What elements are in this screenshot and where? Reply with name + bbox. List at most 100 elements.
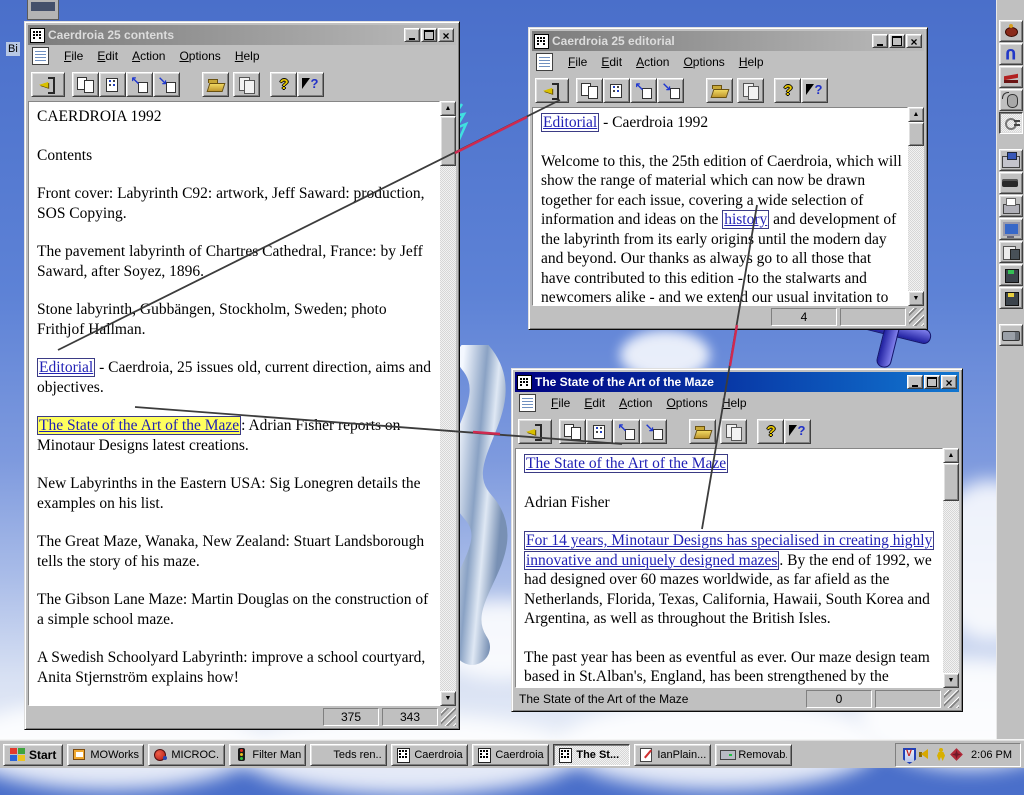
resize-grip[interactable] [441,708,456,726]
magnet-tool-button[interactable] [998,43,1023,65]
person-tray-icon[interactable] [934,748,947,761]
link-out-button[interactable] [657,77,684,103]
help-button[interactable] [774,77,801,103]
desktop-icon-label[interactable]: Bi [6,42,20,56]
scroll-up-button[interactable] [943,448,959,463]
paste-button[interactable] [586,418,613,444]
menu-edit[interactable]: Edit [594,54,629,70]
context-help-button[interactable] [801,77,828,103]
scrollbar-thumb[interactable] [943,463,959,501]
fetch-button[interactable] [576,77,603,103]
scroll-up-button[interactable] [440,101,456,116]
task-button-the-st[interactable]: The St... [553,743,631,766]
menu-options[interactable]: Options [172,48,227,64]
disk-box-tool-button[interactable] [998,241,1023,263]
start-button[interactable]: Start [3,743,64,766]
scrollbar-track[interactable] [908,146,924,291]
pda-tool-button[interactable] [998,324,1023,346]
vertical-scrollbar[interactable] [908,107,924,306]
menu-edit[interactable]: Edit [577,395,612,411]
desktop-icon-fragment[interactable] [27,0,59,20]
document-menu-icon[interactable] [32,47,49,65]
scroll-up-button[interactable] [908,107,924,122]
task-button-caerdroia[interactable]: Caerdroia... [391,743,469,766]
document-window-icon[interactable] [30,27,45,43]
vertical-scrollbar[interactable] [440,101,456,706]
menu-action[interactable]: Action [612,395,659,411]
hyperlink-text[interactable]: Editorial [37,358,96,377]
menu-help[interactable]: Help [715,395,754,411]
document-menu-icon[interactable] [536,53,553,71]
task-button-removab[interactable]: Removab... [715,743,793,766]
clock[interactable]: 2:06 PM [971,749,1012,761]
menu-options[interactable]: Options [676,54,731,70]
task-button-microc[interactable]: MICROC... [148,743,226,766]
task-button-filter-man[interactable]: Filter Man... [229,743,307,766]
scroll-down-button[interactable] [440,691,456,706]
link-out-button[interactable] [640,418,667,444]
menu-action[interactable]: Action [629,54,676,70]
vertical-scrollbar[interactable] [943,448,959,688]
help-button[interactable] [270,71,297,97]
exit-button[interactable] [518,418,552,444]
virus-tray-icon[interactable] [950,748,963,761]
minimize-button[interactable] [872,34,888,48]
stapler-tool-button[interactable] [998,66,1023,88]
menu-file[interactable]: File [544,395,577,411]
maximize-button[interactable] [421,28,437,42]
minimize-button[interactable] [907,375,923,389]
close-button[interactable] [941,375,957,389]
link-out-button[interactable] [153,71,180,97]
task-button-moworks[interactable]: MOWorks [67,743,145,766]
mouse-tool-button[interactable] [998,89,1023,111]
menu-options[interactable]: Options [659,395,714,411]
open-button[interactable] [202,71,229,97]
fetch-button[interactable] [72,71,99,97]
hyperlink-text[interactable]: history [722,210,770,229]
link-in-button[interactable] [126,71,153,97]
floppy-green-tool-button[interactable] [998,264,1023,286]
scrollbar-track[interactable] [440,166,456,691]
help-button[interactable] [757,418,784,444]
document-menu-icon[interactable] [519,394,536,412]
task-button-ianplain[interactable]: IanPlain.... [634,743,712,766]
link-in-button[interactable] [630,77,657,103]
close-button[interactable] [438,28,454,42]
menu-help[interactable]: Help [228,48,267,64]
hyperlink-text[interactable]: The State of the Art of the Maze [524,454,729,473]
open-button[interactable] [706,77,733,103]
hyperlink-text[interactable]: The State of the Art of the Maze [37,416,242,435]
copy-button[interactable] [720,418,747,444]
exit-button[interactable] [31,71,65,97]
plug-tool-button[interactable] [998,112,1023,134]
floppy-drive-tool-button[interactable] [998,149,1023,171]
scrollbar-thumb[interactable] [908,122,924,146]
paste-button[interactable] [603,77,630,103]
scrollbar-thumb[interactable] [440,116,456,166]
open-button[interactable] [689,418,716,444]
close-button[interactable] [906,34,922,48]
menu-help[interactable]: Help [732,54,771,70]
menu-file[interactable]: File [57,48,90,64]
volume-tray-icon[interactable] [918,748,931,761]
document-window-icon[interactable] [534,33,549,49]
menu-file[interactable]: File [561,54,594,70]
printer-tool-button[interactable] [998,195,1023,217]
scrollbar-track[interactable] [943,501,959,673]
scroll-down-button[interactable] [943,673,959,688]
link-in-button[interactable] [613,418,640,444]
titlebar[interactable]: The State of the Art of the Maze [515,372,959,392]
context-help-button[interactable] [297,71,324,97]
minimize-button[interactable] [404,28,420,42]
shield-tray-icon[interactable] [902,748,915,761]
task-button-caerdroia[interactable]: Caerdroia... [472,743,550,766]
menu-action[interactable]: Action [125,48,172,64]
resize-grip[interactable] [909,308,924,326]
paste-button[interactable] [99,71,126,97]
floppy-yellow-tool-button[interactable] [998,287,1023,309]
document-window-icon[interactable] [517,374,532,390]
copy-button[interactable] [233,71,260,97]
maximize-button[interactable] [924,375,940,389]
bug-tool-button[interactable] [998,20,1023,42]
menu-edit[interactable]: Edit [90,48,125,64]
